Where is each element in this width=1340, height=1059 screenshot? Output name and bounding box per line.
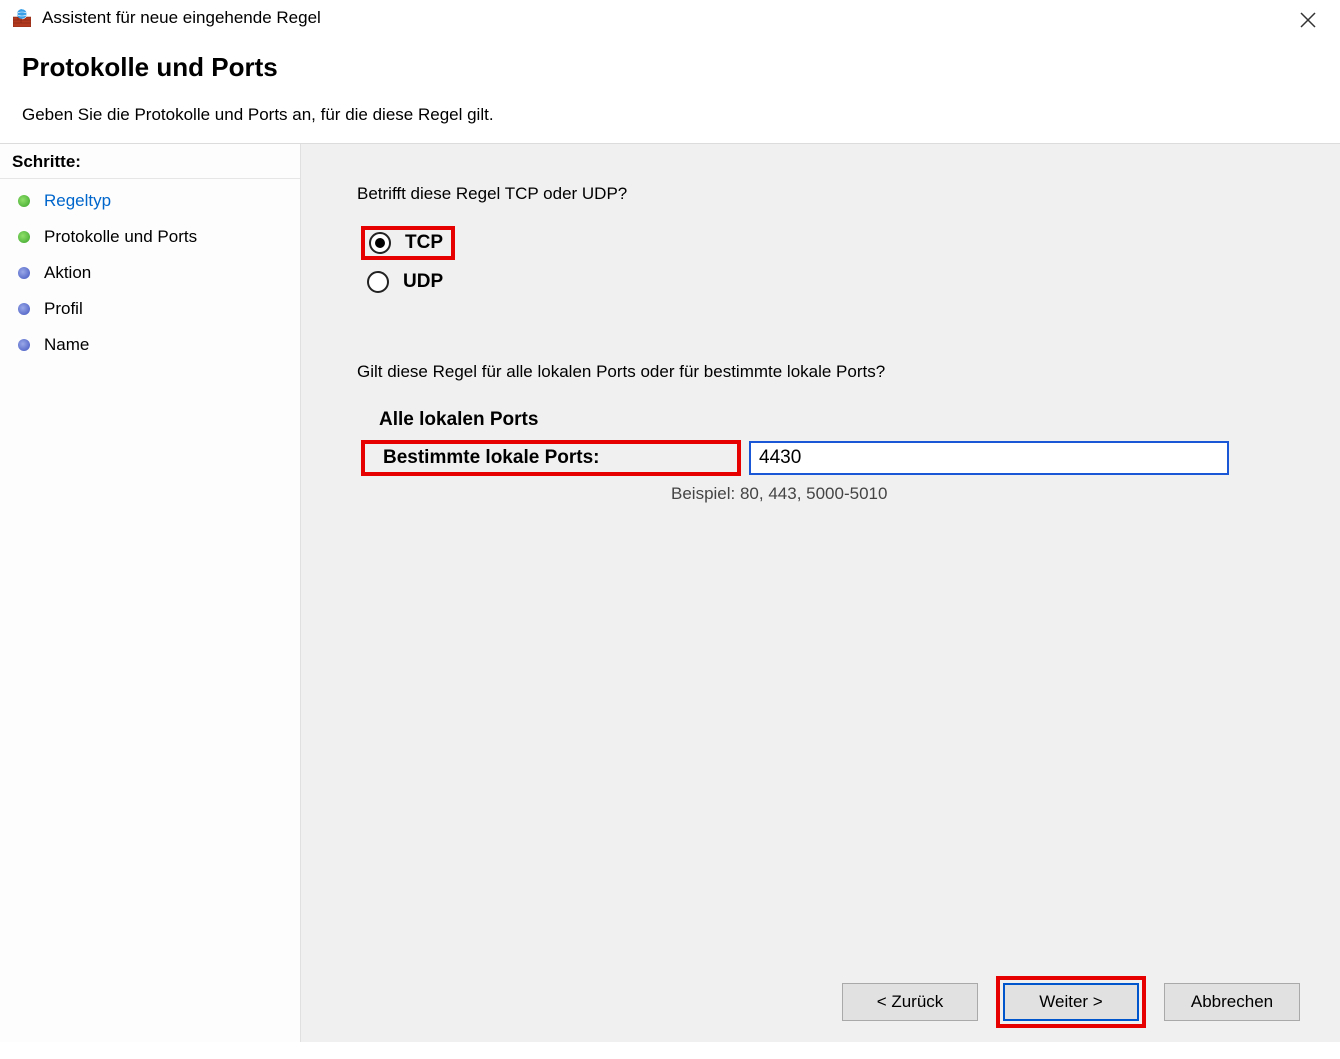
steps-sidebar: Schritte: Regeltyp Protokolle und Ports … [0,144,300,1042]
bullet-icon [18,231,30,243]
radio-icon [369,232,391,254]
radio-label: TCP [405,232,443,254]
button-label: < Zurück [877,992,944,1012]
specific-ports-input[interactable] [749,441,1229,475]
step-label: Regeltyp [44,191,111,211]
step-label: Profil [44,299,83,319]
bullet-icon [18,267,30,279]
step-label: Name [44,335,89,355]
sidebar-title: Schritte: [0,152,300,179]
highlight-tcp: TCP [361,226,455,260]
firewall-icon [12,8,32,28]
back-button[interactable]: < Zurück [842,983,978,1021]
step-name[interactable]: Name [0,327,300,363]
protocol-radio-group: TCP UDP [361,226,1284,298]
step-label: Protokolle und Ports [44,227,197,247]
page-header: Protokolle und Ports Geben Sie die Proto… [0,34,1340,143]
step-regeltyp[interactable]: Regeltyp [0,183,300,219]
next-button[interactable]: Weiter > [1003,983,1139,1021]
wizard-body: Schritte: Regeltyp Protokolle und Ports … [0,143,1340,1042]
ports-question: Gilt diese Regel für alle lokalen Ports … [357,362,1284,382]
ports-example: Beispiel: 80, 443, 5000-5010 [671,484,1284,504]
step-aktion[interactable]: Aktion [0,255,300,291]
bullet-icon [18,195,30,207]
step-label: Aktion [44,263,91,283]
cancel-button[interactable]: Abbrechen [1164,983,1300,1021]
main-panel: Betrifft diese Regel TCP oder UDP? TCP U… [300,144,1340,1042]
titlebar: Assistent für neue eingehende Regel [0,0,1340,34]
window-title: Assistent für neue eingehende Regel [42,8,321,28]
radio-specific-ports[interactable]: Bestimmte lokale Ports: [369,447,599,469]
specific-ports-row: Bestimmte lokale Ports: [361,440,1284,476]
wizard-buttons: < Zurück Weiter > Abbrechen [842,976,1300,1028]
highlight-next: Weiter > [996,976,1146,1028]
radio-label: UDP [403,271,443,293]
page-subtitle: Geben Sie die Protokolle und Ports an, f… [22,105,1330,125]
bullet-icon [18,303,30,315]
page-title: Protokolle und Ports [22,52,1330,83]
protocol-question: Betrifft diese Regel TCP oder UDP? [357,184,1284,204]
step-profil[interactable]: Profil [0,291,300,327]
close-icon [1300,12,1316,28]
highlight-specific-ports: Bestimmte lokale Ports: [361,440,741,476]
button-label: Abbrechen [1191,992,1273,1012]
radio-udp[interactable]: UDP [361,266,1284,298]
bullet-icon [18,339,30,351]
radio-icon [367,271,389,293]
button-label: Weiter > [1039,992,1102,1012]
step-protokolle-und-ports[interactable]: Protokolle und Ports [0,219,300,255]
radio-tcp[interactable]: TCP [369,232,443,254]
radio-label: Bestimmte lokale Ports: [383,447,599,469]
radio-all-ports[interactable]: Alle lokalen Ports [361,404,1284,436]
radio-label: Alle lokalen Ports [379,409,538,431]
close-button[interactable] [1294,6,1322,34]
port-radio-group: Alle lokalen Ports Bestimmte lokale Port… [361,404,1284,504]
